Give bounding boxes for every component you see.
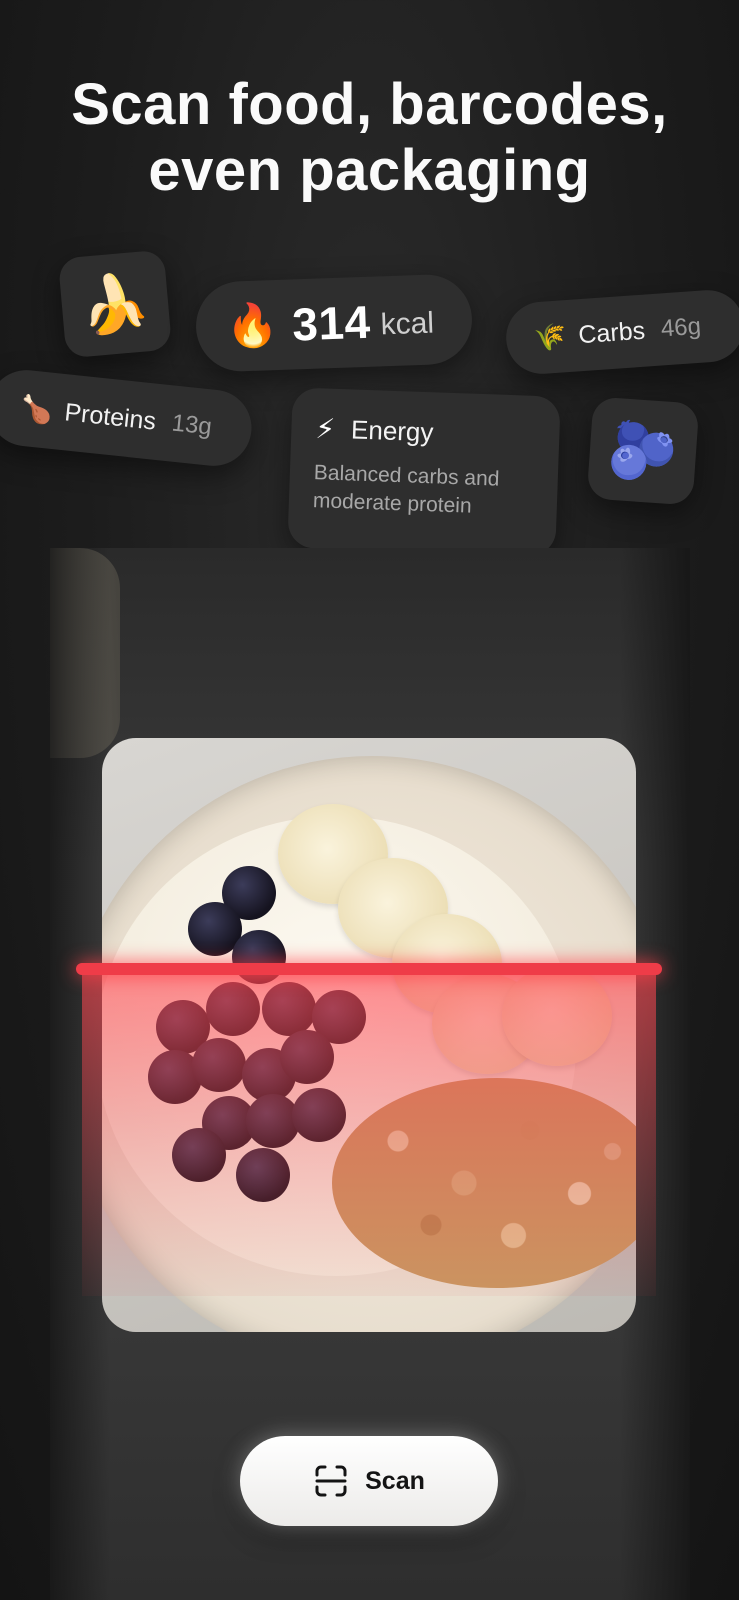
proteins-label: Proteins: [63, 397, 158, 436]
blueberry-card: 🫐: [586, 396, 700, 506]
energy-title: Energy: [350, 414, 434, 448]
calories-value: 314: [291, 295, 372, 351]
scan-line: [76, 963, 662, 975]
lightning-icon: ⚡: [314, 413, 336, 445]
energy-card: ⚡ Energy Balanced carbs and moderate pro…: [287, 387, 561, 557]
scan-frame-icon: [315, 1465, 347, 1497]
fire-icon: 🔥: [225, 300, 280, 350]
blueberry-icon: 🫐: [606, 416, 681, 485]
energy-header: ⚡ Energy: [315, 412, 434, 449]
scan-highlight: [82, 966, 656, 1296]
proteins-card: 🍗 Proteins 13g: [0, 366, 256, 470]
drumstick-icon: 🍗: [19, 392, 55, 426]
calories-unit: kcal: [380, 306, 435, 342]
banana-icon: 🍌: [77, 269, 153, 338]
scan-button[interactable]: Scan: [240, 1436, 498, 1526]
banana-card: 🍌: [57, 249, 173, 359]
headline: Scan food, barcodes, even packaging: [0, 72, 739, 204]
proteins-amount: 13g: [170, 409, 214, 441]
carbs-label: Carbs: [577, 316, 646, 349]
carbs-amount: 46g: [659, 312, 702, 343]
wheat-icon: 🌾: [533, 320, 568, 353]
calories-card: 🔥 314 kcal: [194, 273, 474, 373]
carbs-card: 🌾 Carbs 46g: [503, 287, 739, 377]
energy-description: Balanced carbs and moderate protein: [312, 461, 500, 518]
headline-line-2: even packaging: [148, 138, 591, 203]
headline-line-1: Scan food, barcodes,: [71, 72, 668, 137]
scan-button-label: Scan: [365, 1466, 425, 1495]
